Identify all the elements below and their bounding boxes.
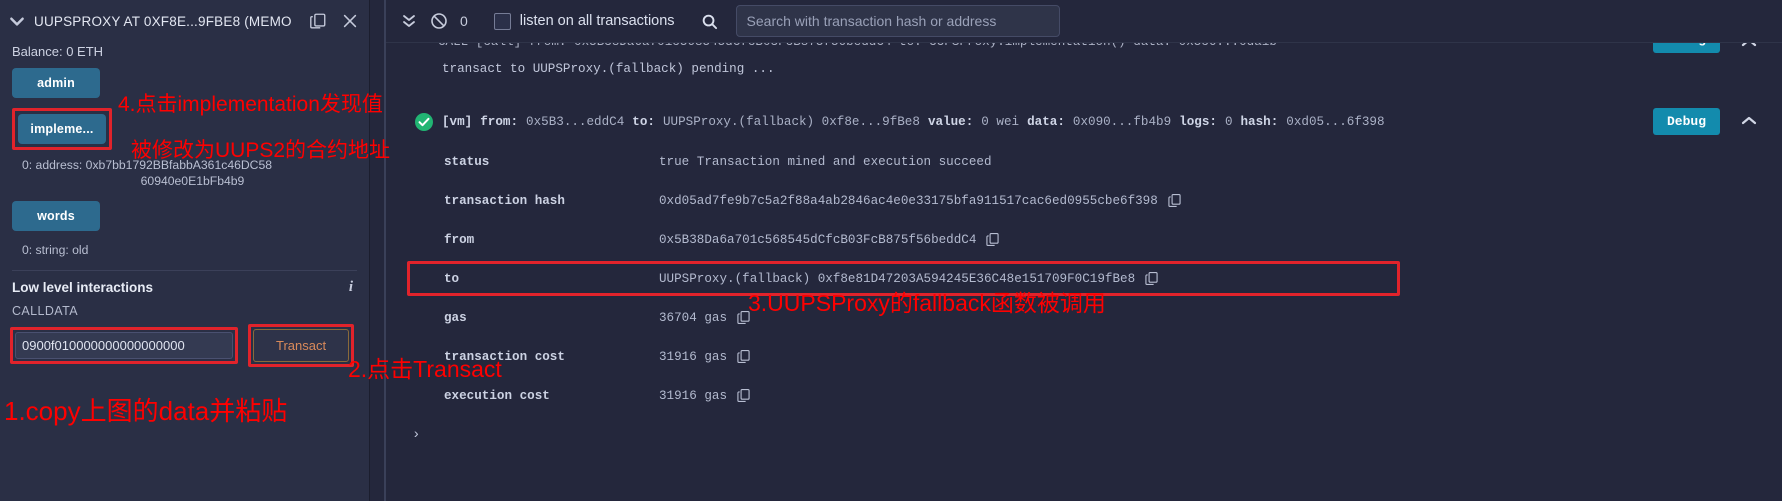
table-row: execution cost 31916 gas <box>394 376 1782 415</box>
table-row: transaction hash 0xd05ad7fe9b7c5a2f88a4a… <box>394 181 1782 220</box>
copy-icon[interactable] <box>737 310 750 325</box>
table-row-to: to UUPSProxy.(fallback) 0xf8e81D47203A59… <box>394 259 1782 298</box>
success-check-icon <box>414 112 434 132</box>
info-icon[interactable]: i <box>349 279 357 296</box>
row-key: to <box>444 271 460 286</box>
copy-icon[interactable] <box>309 12 327 30</box>
chevron-down-icon[interactable] <box>8 12 26 30</box>
implementation-button[interactable]: impleme... <box>18 114 106 144</box>
to-label: to: <box>632 115 655 129</box>
row-key: from <box>444 232 475 247</box>
copy-icon[interactable] <box>737 349 750 364</box>
implementation-decoded-line1: 0: address: 0xb7bb1792BBfabbA361c46DC58 <box>22 158 273 172</box>
contract-title: UUPSPROXY AT 0XF8E...9FBE8 (MEMO <box>34 13 292 29</box>
row-key: gas <box>444 310 467 325</box>
chevron-up-icon[interactable] <box>1738 110 1760 132</box>
to-value: UUPSProxy.(fallback) 0xf8e...9fBe8 <box>662 115 920 129</box>
copy-icon[interactable] <box>1145 271 1158 286</box>
transaction-details-table: status true Transaction mined and execut… <box>394 142 1782 415</box>
data-label: data: <box>1027 115 1065 129</box>
function-row-implementation: impleme... <box>0 103 369 155</box>
log-line-clipped-text: CALL [call] from: 0x5B38Da6a701c568545dC… <box>438 42 1277 49</box>
copy-icon[interactable] <box>1168 193 1181 208</box>
table-row: transaction cost 31916 gas <box>394 337 1782 376</box>
function-row-words: words <box>0 192 369 236</box>
terminal-panel: 0 listen on all transactions CALL [call]… <box>370 0 1782 501</box>
hash-value: 0xd05...6f398 <box>1286 115 1385 129</box>
hash-label: hash: <box>1240 115 1279 129</box>
vm-tag: [vm] <box>442 115 473 129</box>
calldata-row: Transact <box>0 320 369 371</box>
debug-button[interactable]: Debug <box>1652 108 1720 135</box>
function-row-admin: admin <box>0 63 369 103</box>
debug-button-previous[interactable]: Debug <box>1652 42 1720 53</box>
listen-on-all-transactions-checkbox[interactable]: listen on all transactions <box>493 12 675 30</box>
from-value: 0x5B3...eddC4 <box>526 115 625 129</box>
close-icon[interactable] <box>341 12 359 30</box>
copy-icon[interactable] <box>737 388 750 403</box>
balance-label: Balance: 0 ETH <box>12 44 104 59</box>
row-key: transaction hash <box>444 193 565 208</box>
contract-header: UUPSPROXY AT 0XF8E...9FBE8 (MEMO <box>0 0 369 36</box>
listen-label: listen on all transactions <box>519 13 675 29</box>
from-label: from: <box>480 115 519 129</box>
implementation-decoded-output: 0: address: 0xb7bb1792BBfabbA361c46DC58 … <box>0 155 369 192</box>
row-key: execution cost <box>444 388 550 403</box>
value-value: 0 wei <box>981 115 1020 129</box>
words-decoded-output: 0: string: old <box>22 242 89 257</box>
row-key: transaction cost <box>444 349 565 364</box>
table-row: from 0x5B38Da6a701c568545dCfcB03FcB875f5… <box>394 220 1782 259</box>
value-label: value: <box>927 115 974 129</box>
row-value: 0x5B38Da6a701c568545dCfcB03FcB875f56bedd… <box>659 232 977 247</box>
low-level-interactions-title: Low level interactions i <box>0 271 369 298</box>
checkbox-box[interactable] <box>493 12 511 30</box>
transaction-entry: [vm] from: 0x5B3...eddC4 to: UUPSProxy.(… <box>394 100 1782 443</box>
low-level-interactions-label: Low level interactions <box>12 280 154 296</box>
search-icon[interactable] <box>701 13 718 30</box>
row-value: 0xd05ad7fe9b7c5a2f88a4ab2846ac4e0e33175b… <box>659 193 1158 208</box>
transact-button[interactable]: Transact <box>253 329 350 363</box>
terminal-wrapper: 0 listen on all transactions CALL [call]… <box>384 0 1782 501</box>
terminal-toolbar: 0 listen on all transactions <box>386 0 1782 43</box>
transaction-summary-line[interactable]: [vm] from: 0x5B3...eddC4 to: UUPSProxy.(… <box>394 112 1782 132</box>
implementation-highlight-box: impleme... <box>12 108 112 150</box>
udapp-contract-panel: UUPSPROXY AT 0XF8E...9FBE8 (MEMO Balance… <box>0 0 370 501</box>
logs-label: logs: <box>1179 115 1217 129</box>
admin-button[interactable]: admin <box>12 68 100 98</box>
terminal-prompt[interactable]: › <box>394 427 1782 443</box>
row-value: 31916 gas <box>659 388 728 403</box>
log-line-pending: transact to UUPSProxy.(fallback) pending… <box>442 62 775 76</box>
calldata-input[interactable] <box>15 332 233 360</box>
chevron-up-icon-previous[interactable] <box>1738 42 1760 54</box>
transact-highlight-box: Transact <box>248 324 355 368</box>
row-value: 31916 gas <box>659 349 728 364</box>
copy-icon[interactable] <box>986 232 1000 247</box>
table-row: gas 36704 gas <box>394 298 1782 337</box>
terminal-log[interactable]: CALL [call] from: 0x5B38Da6a701c568545dC… <box>386 42 1782 501</box>
double-chevron-down-icon[interactable] <box>400 12 418 30</box>
calldata-label: CALLDATA <box>12 304 78 319</box>
row-value: 36704 gas <box>659 310 728 325</box>
row-value: UUPSProxy.(fallback) 0xf8e81D47203A59424… <box>659 271 1136 286</box>
table-row: status true Transaction mined and execut… <box>394 142 1782 181</box>
clear-console-icon[interactable] <box>430 12 448 30</box>
calldata-highlight-box <box>10 327 238 365</box>
data-value: 0x090...fb4b9 <box>1072 115 1172 129</box>
implementation-decoded-line2: 60940e0E1bFb4b9 <box>140 174 245 189</box>
log-line-clipped: CALL [call] from: 0x5B38Da6a701c568545dC… <box>394 42 1782 58</box>
row-key: status <box>444 154 490 169</box>
search-input[interactable] <box>735 5 1060 37</box>
words-button[interactable]: words <box>12 200 100 231</box>
pending-count: 0 <box>460 13 468 29</box>
logs-value: 0 <box>1224 115 1233 129</box>
row-value: true Transaction mined and execution suc… <box>659 154 992 169</box>
